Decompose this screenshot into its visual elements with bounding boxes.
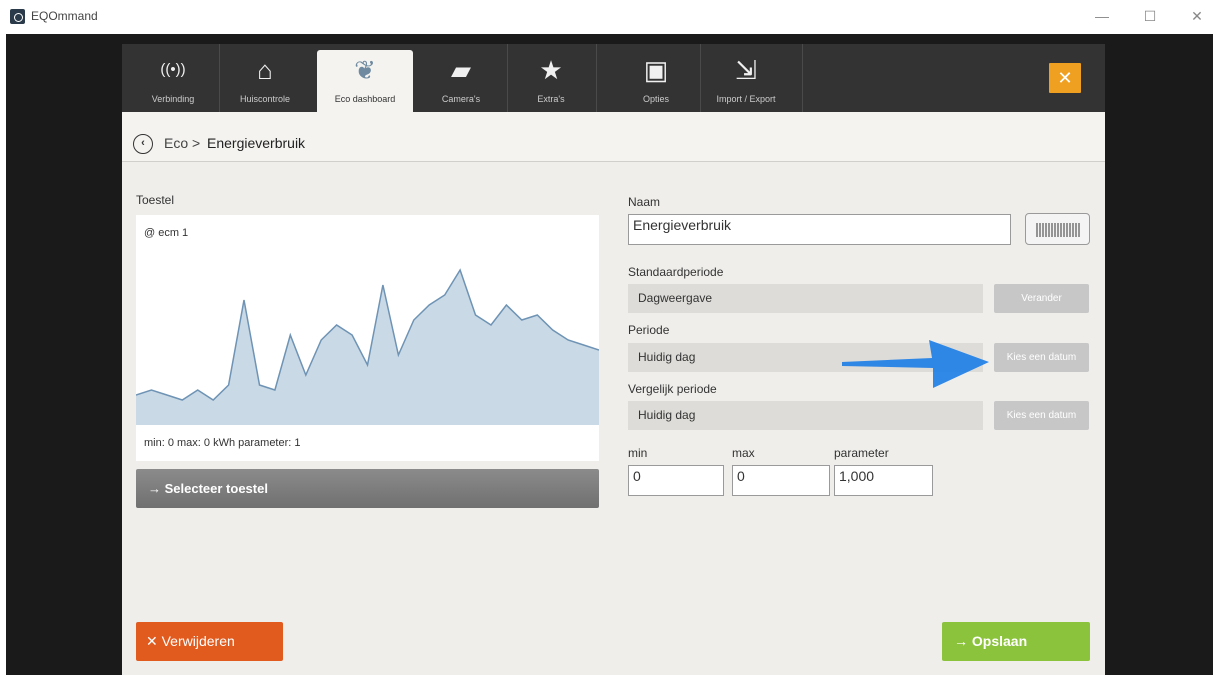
- chart-area: [136, 270, 599, 425]
- energy-chart: [136, 268, 599, 425]
- breadcrumb-separator: >: [192, 135, 201, 151]
- tab-divider: [802, 44, 803, 112]
- minimize-button[interactable]: —: [1092, 8, 1112, 24]
- change-button[interactable]: Verander: [994, 284, 1089, 313]
- tab-label: Import / Export: [716, 94, 776, 104]
- keyboard-button[interactable]: [1025, 213, 1090, 245]
- tab-label: Camera's: [441, 94, 481, 104]
- tab-import-export[interactable]: ⇲ Import / Export: [704, 50, 788, 112]
- breadcrumb-eco-link[interactable]: Eco: [164, 135, 188, 151]
- app-logo-icon: [10, 9, 25, 24]
- period-label: Periode: [628, 323, 670, 337]
- back-button[interactable]: ‹: [133, 134, 153, 154]
- tab-huiscontrole[interactable]: ⌂ Huiscontrole: [234, 50, 296, 112]
- standard-period-field: Dagweergave: [628, 284, 983, 313]
- chart-info-text: min: 0 max: 0 kWh parameter: 1: [144, 437, 301, 449]
- device-name: @ ecm 1: [144, 227, 189, 239]
- window-close-button[interactable]: ✕: [1187, 8, 1207, 25]
- tab-label: Extra's: [537, 94, 565, 104]
- window-titlebar: EQOmmand — ☐ ✕: [0, 0, 1213, 34]
- window-title: EQOmmand: [31, 9, 98, 23]
- compare-period-label: Vergelijk periode: [628, 382, 717, 396]
- compare-period-field: Huidig dag: [628, 401, 983, 430]
- tab-label: Verbinding: [151, 94, 195, 104]
- name-label: Naam: [628, 195, 661, 209]
- keyboard-icon: [1036, 223, 1080, 237]
- options-icon: ▣: [643, 55, 669, 85]
- pick-date-button[interactable]: Kies een datum: [994, 343, 1089, 372]
- parameter-label: parameter: [834, 446, 889, 460]
- tab-divider: [507, 44, 508, 112]
- max-label: max: [732, 446, 755, 460]
- parameter-input[interactable]: 1,000: [834, 465, 933, 496]
- tab-bar: ((•)) Verbinding ⌂ Huiscontrole ❦ Eco da…: [122, 44, 1105, 112]
- tab-label: Opties: [642, 94, 669, 104]
- device-label: Toestel: [136, 193, 175, 207]
- close-dashboard-button[interactable]: ✕: [1049, 63, 1081, 93]
- min-input[interactable]: 0: [628, 465, 724, 496]
- home-icon: ⌂: [257, 55, 273, 85]
- name-input[interactable]: Energieverbruik: [628, 214, 1011, 245]
- import-export-icon: ⇲: [735, 55, 757, 85]
- compare-pick-date-button[interactable]: Kies een datum: [994, 401, 1089, 430]
- max-input[interactable]: 0: [732, 465, 830, 496]
- camera-icon: ▰: [451, 55, 471, 85]
- tab-cameras[interactable]: ▰ Camera's: [430, 50, 492, 112]
- min-label: min: [628, 446, 648, 460]
- tab-divider: [596, 44, 597, 112]
- wifi-icon: ((•)): [160, 61, 186, 78]
- annotation-arrow-icon: [842, 340, 989, 388]
- tab-eco-dashboard[interactable]: ❦ Eco dashboard: [317, 50, 413, 112]
- energy-chart-card[interactable]: @ ecm 1 min: 0 max: 0 kWh parameter: 1: [136, 215, 599, 461]
- tab-verbinding[interactable]: ((•)) Verbinding: [142, 50, 204, 112]
- maximize-button[interactable]: ☐: [1140, 8, 1160, 25]
- tab-divider: [219, 44, 220, 112]
- breadcrumb-current: Energieverbruik: [207, 135, 306, 151]
- tab-opties[interactable]: ▣ Opties: [625, 50, 687, 112]
- select-device-button[interactable]: → Selecteer toestel: [136, 469, 599, 508]
- delete-button[interactable]: ✕ Verwijderen: [136, 622, 283, 661]
- save-button[interactable]: → Opslaan: [942, 622, 1090, 661]
- app-frame: ((•)) Verbinding ⌂ Huiscontrole ❦ Eco da…: [122, 44, 1105, 675]
- breadcrumb: ‹ Eco > Energieverbruik: [122, 112, 1105, 162]
- tab-label: Huiscontrole: [239, 94, 291, 104]
- tab-label: Eco dashboard: [334, 94, 396, 104]
- tab-divider: [700, 44, 701, 112]
- star-icon: ★: [539, 55, 563, 85]
- tab-extras[interactable]: ★ Extra's: [520, 50, 582, 112]
- standard-period-label: Standaardperiode: [628, 265, 724, 279]
- leaf-icon: ❦: [354, 55, 376, 85]
